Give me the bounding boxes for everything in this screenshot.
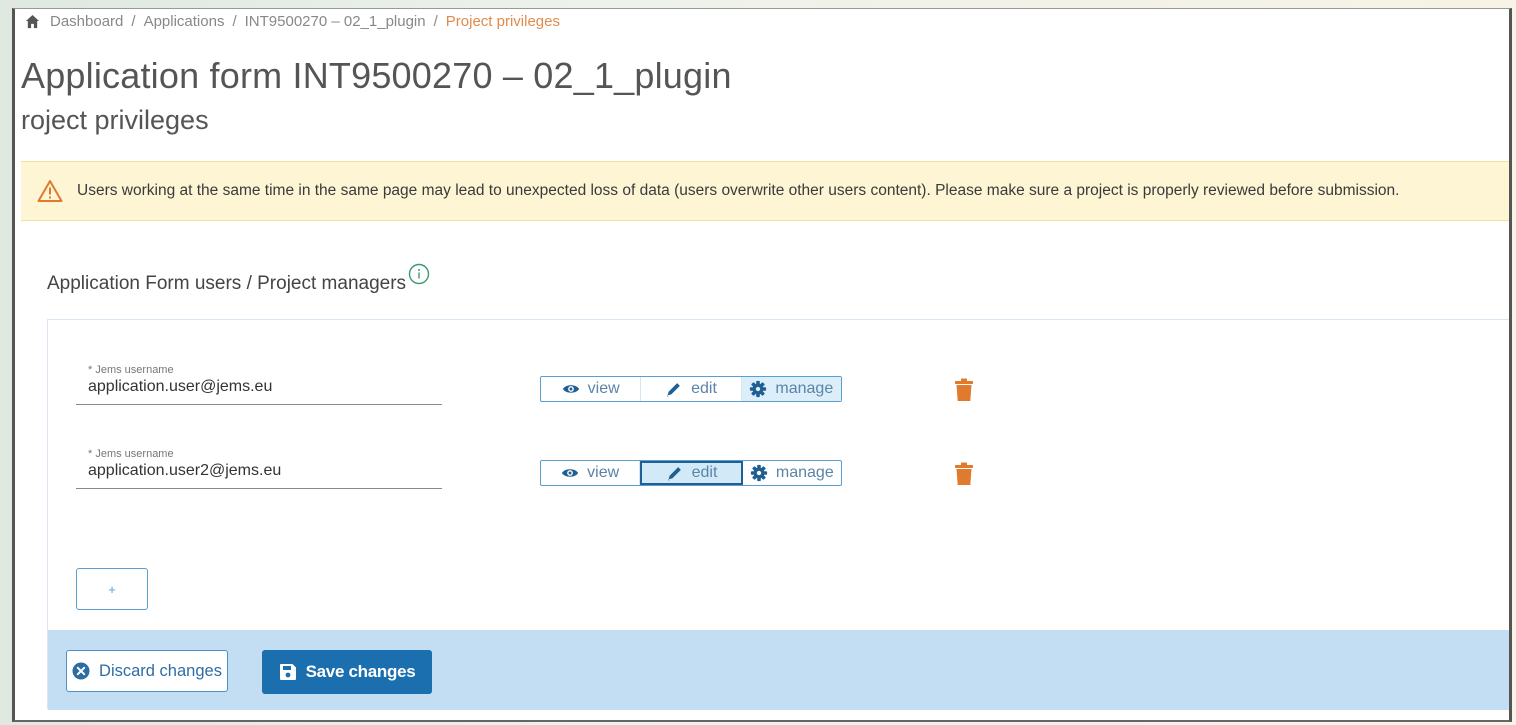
page-title: Application form INT9500270 – 02_1_plugi…: [21, 55, 732, 96]
discard-changes-label: Discard changes: [99, 661, 222, 680]
save-changes-button[interactable]: Save changes: [262, 650, 432, 694]
trash-icon[interactable]: [954, 462, 974, 486]
breadcrumb-item-dashboard[interactable]: Dashboard: [50, 13, 123, 30]
username-value[interactable]: application.user2@jems.eu: [88, 462, 281, 480]
username-label: * Jems username: [88, 448, 174, 460]
permission-view-button[interactable]: view: [541, 377, 642, 401]
eye-icon: [562, 469, 579, 477]
trash-icon[interactable]: [954, 378, 974, 402]
pencil-icon: [666, 383, 680, 397]
breadcrumb-item-application[interactable]: INT9500270 – 02_1_plugin: [245, 13, 426, 30]
save-changes-label: Save changes: [305, 662, 416, 681]
permission-edit-label: edit: [691, 464, 718, 481]
floppy-icon: [279, 664, 296, 680]
gear-icon: [750, 464, 768, 482]
permission-view-label: view: [587, 380, 620, 397]
username-field[interactable]: * Jems username application.user@jems.eu: [76, 356, 442, 405]
pencil-icon: [667, 467, 681, 481]
permission-edit-button[interactable]: edit: [640, 461, 743, 485]
breadcrumb-separator: /: [131, 13, 136, 30]
discard-changes-button[interactable]: Discard changes: [66, 650, 228, 692]
project-users-card: * Jems username application.user@jems.eu…: [47, 319, 1509, 710]
permission-manage-label: manage: [775, 464, 834, 481]
home-icon[interactable]: [25, 14, 40, 29]
x-circle-icon: [72, 662, 90, 680]
breadcrumb-item-applications[interactable]: Applications: [144, 13, 225, 30]
app-window: Dashboard / Applications / INT9500270 – …: [12, 8, 1512, 722]
add-user-button[interactable]: +: [76, 568, 148, 610]
user-row: * Jems username application.user2@jems.e…: [48, 440, 1509, 500]
permission-edit-button[interactable]: edit: [641, 377, 742, 401]
add-user-label: +: [108, 581, 116, 597]
permission-manage-label: manage: [775, 380, 834, 397]
username-field[interactable]: * Jems username application.user2@jems.e…: [76, 440, 442, 489]
breadcrumb-separator: /: [433, 13, 438, 30]
breadcrumb: Dashboard / Applications / INT9500270 – …: [25, 13, 560, 30]
eye-icon: [562, 385, 579, 393]
page-subtitle: roject privileges: [21, 105, 209, 135]
breadcrumb-item-current: Project privileges: [445, 13, 560, 30]
warning-banner: Users working at the same time in the sa…: [21, 161, 1509, 221]
form-actions-bar: Discard changes Save changes: [48, 630, 1509, 710]
permission-edit-label: edit: [691, 380, 717, 397]
section-title-text: Application Form users / Project manager…: [47, 273, 407, 294]
info-circle-icon[interactable]: [408, 263, 430, 285]
permission-toggle: view edit manage: [540, 460, 842, 486]
warning-text: Users working at the same time in the sa…: [77, 182, 1400, 199]
username-label: * Jems username: [88, 364, 174, 376]
permission-manage-button[interactable]: manage: [743, 461, 841, 485]
section-title: Application Form users / Project manager…: [47, 263, 430, 295]
warning-triangle-icon: [37, 180, 63, 202]
username-value[interactable]: application.user@jems.eu: [88, 378, 272, 396]
permission-view-label: view: [587, 464, 620, 481]
permission-toggle: view edit manage: [540, 376, 842, 402]
gear-icon: [750, 380, 767, 398]
permission-manage-button[interactable]: manage: [741, 377, 841, 401]
permission-view-button[interactable]: view: [541, 461, 641, 485]
user-row: * Jems username application.user@jems.eu…: [48, 356, 1509, 416]
breadcrumb-separator: /: [232, 13, 237, 30]
